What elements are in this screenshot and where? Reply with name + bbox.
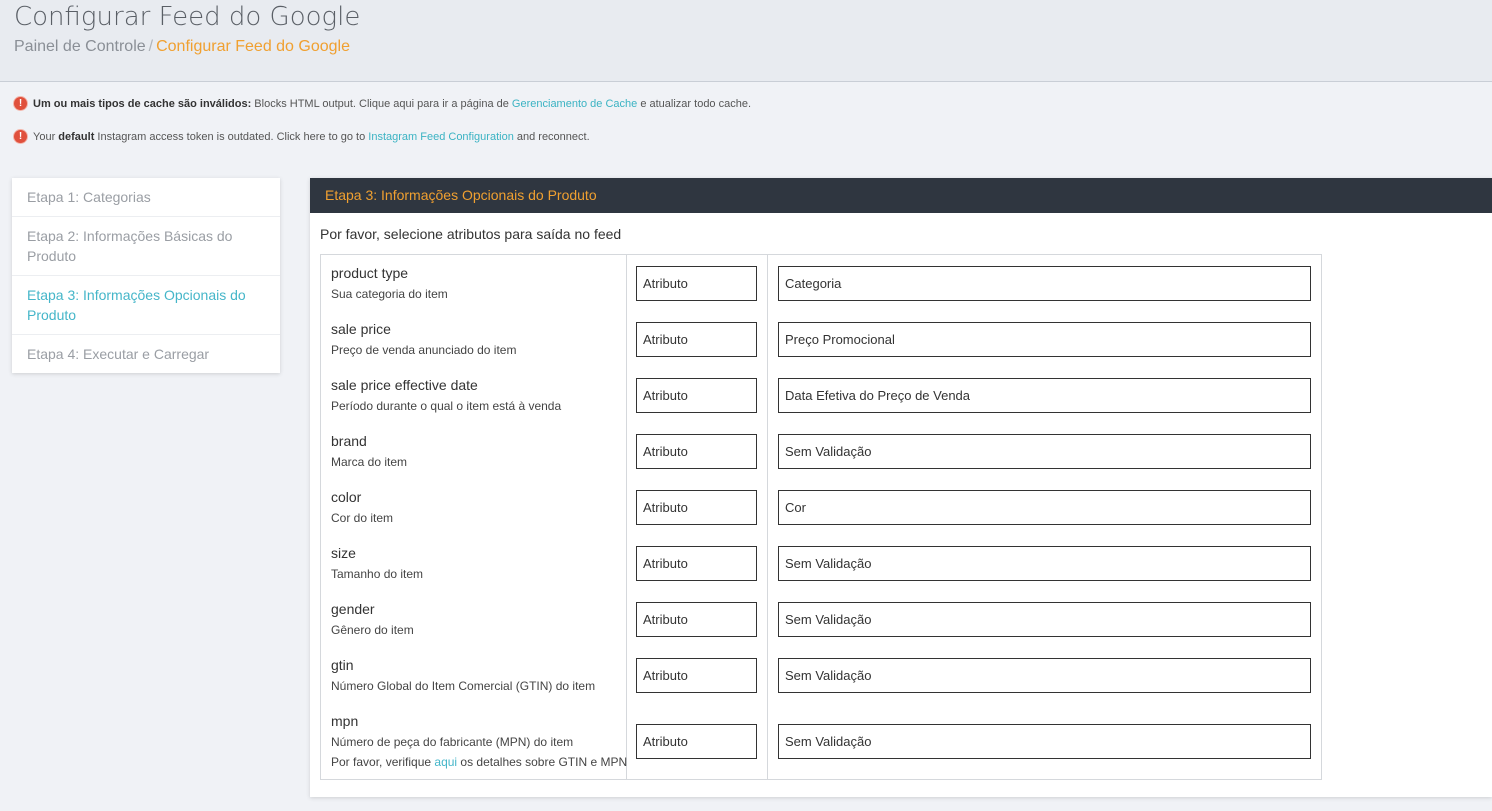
cache-alert-text-end: e atualizar todo cache. (637, 97, 752, 110)
field-name: gtin (331, 657, 354, 673)
field-name: brand (331, 433, 367, 449)
table-row: size Tamanho do item Atributo Sem Valida… (321, 535, 1321, 591)
field-description: Número Global do Item Comercial (GTIN) d… (331, 679, 596, 693)
attribute-type-select[interactable]: Atributo (636, 658, 757, 693)
field-name: sale price effective date (331, 377, 478, 393)
attribute-value-select[interactable]: Sem Validação (778, 658, 1311, 693)
field-description: Número de peça do fabricante (MPN) do it… (331, 735, 574, 749)
cache-alert-text: Blocks HTML output. Clique aqui para ir … (251, 97, 512, 110)
steps-nav: Etapa 1: Categorias Etapa 2: Informações… (12, 178, 280, 373)
table-row: gender Gênero do item Atributo Sem Valid… (321, 591, 1321, 647)
field-description: Preço de venda anunciado do item (331, 343, 517, 357)
attribute-value-select[interactable]: Data Efetiva do Preço de Venda (778, 378, 1311, 413)
error-icon: ! (14, 97, 27, 110)
table-row: gtin Número Global do Item Comercial (GT… (321, 647, 1321, 703)
instagram-alert-text: Instagram access token is outdated. Clic… (94, 130, 369, 143)
instagram-alert-prefix: Your (33, 130, 59, 143)
instagram-alert-text-end: and reconnect. (513, 130, 590, 143)
instagram-alert: ! Your default Instagram access token is… (14, 130, 590, 143)
attribute-type-select[interactable]: Atributo (636, 602, 757, 637)
cache-alert: ! Um ou mais tipos de cache são inválido… (14, 97, 751, 110)
breadcrumb-separator: / (148, 38, 154, 55)
instagram-alert-bold: default (58, 130, 95, 143)
instagram-config-link[interactable]: Instagram Feed Configuration (368, 131, 514, 143)
field-name: gender (331, 601, 375, 617)
step-3-informacoes-opcionais[interactable]: Etapa 3: Informações Opcionais do Produt… (12, 276, 280, 335)
panel-intro: Por favor, selecione atributos para saíd… (320, 226, 622, 242)
note-text-end: os detalhes sobre GTIN e MPN (457, 755, 628, 769)
table-row: sale price effective date Período durant… (321, 367, 1321, 423)
breadcrumb: Painel de Controle / Configurar Feed do Go… (14, 38, 350, 56)
cache-management-link[interactable]: Gerenciamento de Cache (512, 98, 637, 110)
field-name: product type (331, 265, 409, 281)
page-title: Configurar Feed do Google (14, 2, 361, 32)
attribute-value-select[interactable]: Categoria (778, 266, 1311, 301)
field-description: Cor do item (331, 511, 394, 525)
attribute-type-select[interactable]: Atributo (636, 546, 757, 581)
attribute-value-select[interactable]: Sem Validação (778, 602, 1311, 637)
attribute-type-select[interactable]: Atributo (636, 490, 757, 525)
page-header: Configurar Feed do Google Painel de Cont… (0, 0, 1492, 82)
field-name: sale price (331, 321, 391, 337)
attribute-type-select[interactable]: Atributo (636, 434, 757, 469)
step-2-informacoes-basicas[interactable]: Etapa 2: Informações Básicas do Produto (12, 217, 280, 276)
attribute-type-select[interactable]: Atributo (636, 322, 757, 357)
attributes-table: product type Sua categoria do item Atrib… (320, 254, 1322, 780)
attribute-value-select[interactable]: Sem Validação (778, 724, 1311, 759)
attribute-type-select[interactable]: Atributo (636, 266, 757, 301)
field-name: size (331, 545, 356, 561)
table-row: brand Marca do item Atributo Sem Validaç… (321, 423, 1321, 479)
table-row: sale price Preço de venda anunciado do i… (321, 311, 1321, 367)
field-description: Período durante o qual o item está à ven… (331, 399, 562, 413)
gtin-mpn-details-link[interactable]: aqui (434, 755, 457, 769)
attribute-type-select[interactable]: Atributo (636, 378, 757, 413)
step-1-categorias[interactable]: Etapa 1: Categorias (12, 178, 280, 217)
error-icon: ! (14, 130, 27, 143)
field-description: Marca do item (331, 455, 408, 469)
field-name: mpn (331, 713, 359, 729)
table-row: product type Sua categoria do item Atrib… (321, 255, 1321, 311)
attribute-type-select[interactable]: Atributo (636, 724, 757, 759)
attribute-value-select[interactable]: Sem Validação (778, 434, 1311, 469)
field-name: color (331, 489, 362, 505)
table-row: color Cor do item Atributo Cor (321, 479, 1321, 535)
attribute-value-select[interactable]: Sem Validação (778, 546, 1311, 581)
field-description: Gênero do item (331, 623, 414, 637)
table-row: mpn Número de peça do fabricante (MPN) d… (321, 703, 1321, 779)
attribute-value-select[interactable]: Cor (778, 490, 1311, 525)
attribute-value-select[interactable]: Preço Promocional (778, 322, 1311, 357)
step-4-executar-carregar[interactable]: Etapa 4: Executar e Carregar (12, 335, 280, 373)
step-3-panel: Etapa 3: Informações Opcionais do Produt… (310, 178, 1492, 797)
field-description: Sua categoria do item (331, 287, 448, 301)
breadcrumb-home-link[interactable]: Painel de Controle (14, 38, 146, 55)
gtin-mpn-note: Por favor, verifique aqui os detalhes so… (331, 755, 627, 769)
cache-alert-title: Um ou mais tipos de cache são inválidos: (33, 97, 252, 110)
breadcrumb-current: Configurar Feed do Google (156, 38, 350, 55)
note-text: Por favor, verifique (331, 755, 435, 769)
field-description: Tamanho do item (331, 567, 424, 581)
panel-title: Etapa 3: Informações Opcionais do Produt… (310, 178, 1492, 213)
